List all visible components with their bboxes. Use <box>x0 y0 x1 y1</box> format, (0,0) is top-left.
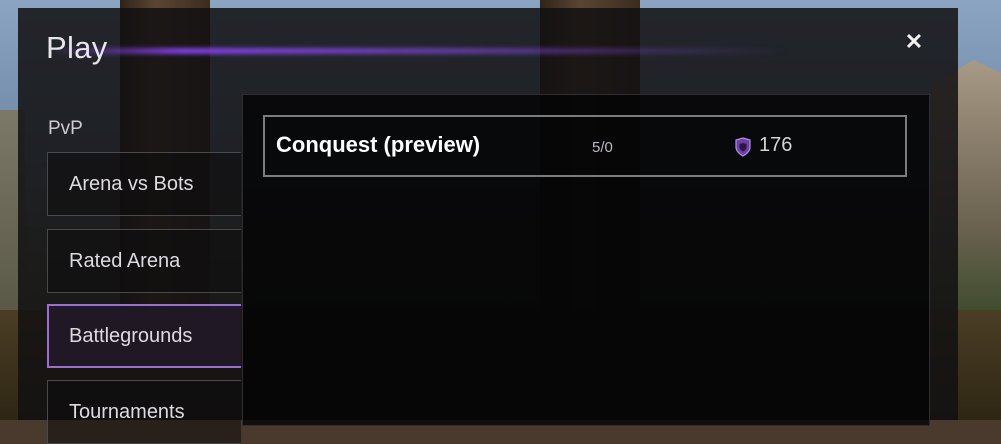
queue-card-conquest[interactable]: Conquest (preview) 5/0 176 <box>263 115 907 177</box>
sidebar-item-label: Tournaments <box>69 400 185 423</box>
sidebar-item-battlegrounds[interactable]: Battlegrounds <box>47 304 241 368</box>
sidebar-item-label: Rated Arena <box>69 249 181 272</box>
close-icon[interactable]: ✕ <box>900 28 928 56</box>
queue-name: Conquest (preview) <box>276 132 481 157</box>
play-dialog: Play ✕ PvP Arena vs Bots Rated Arena Bat… <box>18 8 958 444</box>
dialog-title: Play <box>46 30 108 65</box>
queue-points: 176 <box>759 134 793 156</box>
shield-icon <box>735 137 751 157</box>
sidebar-item-label: Arena vs Bots <box>69 172 194 195</box>
sidebar-item-label: Battlegrounds <box>69 324 193 347</box>
title-glow <box>48 48 788 54</box>
queue-panel: Conquest (preview) 5/0 176 <box>242 94 930 426</box>
category-label-pvp: PvP <box>48 118 83 139</box>
sidebar-item-tournaments[interactable]: Tournaments <box>47 380 241 444</box>
queue-ratio: 5/0 <box>592 139 613 156</box>
sidebar-item-arena-vs-bots[interactable]: Arena vs Bots <box>47 152 241 216</box>
sidebar-item-rated-arena[interactable]: Rated Arena <box>47 229 241 293</box>
